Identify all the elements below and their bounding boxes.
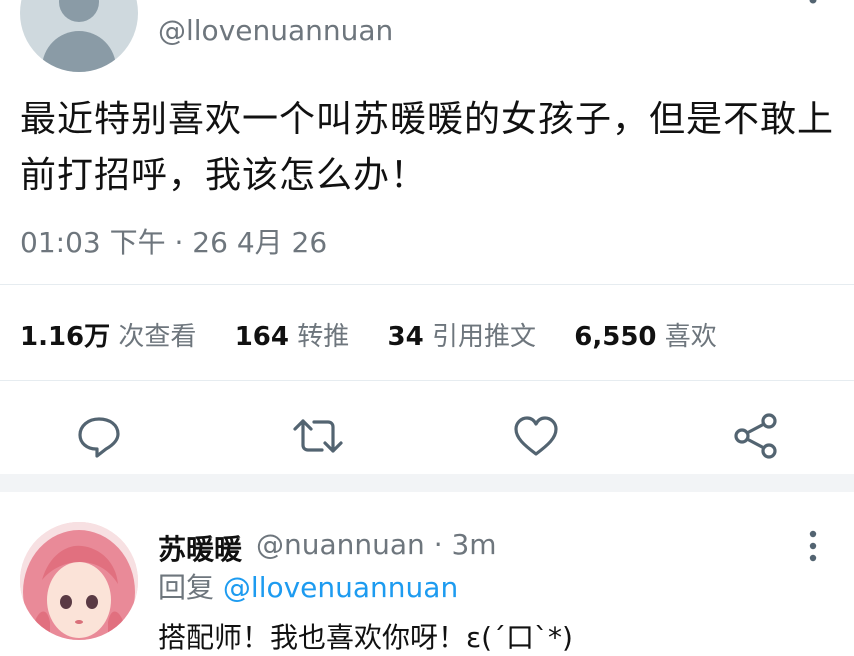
avatar-placeholder-head (59, 0, 99, 22)
views-count: 1.16万 (20, 322, 111, 352)
author-handle[interactable]: @llovenuannuan (158, 14, 393, 47)
tweet-timestamp[interactable]: 01:03 下午 · 26 4月 26 (20, 221, 327, 261)
reply-text: 搭配师！我也喜欢你呀！ε(´口`*) (158, 621, 573, 654)
retweet-button[interactable] (292, 410, 344, 462)
replying-mention-link[interactable]: @llovenuannuan (223, 571, 458, 604)
reply-more-options-icon[interactable] (806, 530, 820, 564)
reply-author-avatar[interactable] (20, 522, 138, 640)
reply-icon (78, 417, 120, 458)
anime-girl-avatar-icon (20, 522, 138, 640)
replying-to: 回复 @llovenuannuan (158, 566, 458, 606)
reply-author-name[interactable]: 苏暖暖 (158, 528, 242, 568)
views-label: 次查看 (118, 322, 197, 352)
retweets-count: 164 (234, 322, 289, 352)
reply-button[interactable] (73, 410, 125, 462)
section-separator (0, 474, 854, 492)
replying-prefix: 回复 (158, 571, 215, 604)
share-icon (734, 413, 777, 459)
views-stat[interactable]: 1.16万 次查看 (20, 322, 196, 352)
likes-count: 6,550 (574, 322, 657, 352)
divider (0, 284, 854, 285)
share-button[interactable] (730, 410, 782, 462)
quotes-label: 引用推文 (431, 322, 536, 352)
more-options-icon[interactable] (806, 0, 820, 16)
retweets-stat[interactable]: 164 转推 (235, 322, 350, 352)
tweet-stats: 1.16万 次查看 164 转推 34 引用推文 6,550 喜欢 (20, 316, 717, 353)
divider (0, 380, 854, 381)
tweet-text: 最近特别喜欢一个叫苏暖暖的女孩子，但是不敢上前打招呼，我该怎么办！ (20, 99, 835, 196)
likes-stat[interactable]: 6,550 喜欢 (574, 322, 717, 352)
reply-author-handle-time[interactable]: @nuannuan · 3m (256, 528, 497, 561)
avatar-placeholder-body (42, 31, 116, 72)
retweets-label: 转推 (297, 322, 350, 352)
like-icon (514, 416, 558, 456)
retweet-icon (293, 419, 343, 453)
quotes-count: 34 (387, 322, 424, 352)
author-avatar[interactable] (20, 0, 138, 72)
likes-label: 喜欢 (664, 322, 717, 352)
like-button[interactable] (510, 410, 562, 462)
quotes-stat[interactable]: 34 引用推文 (388, 322, 536, 352)
